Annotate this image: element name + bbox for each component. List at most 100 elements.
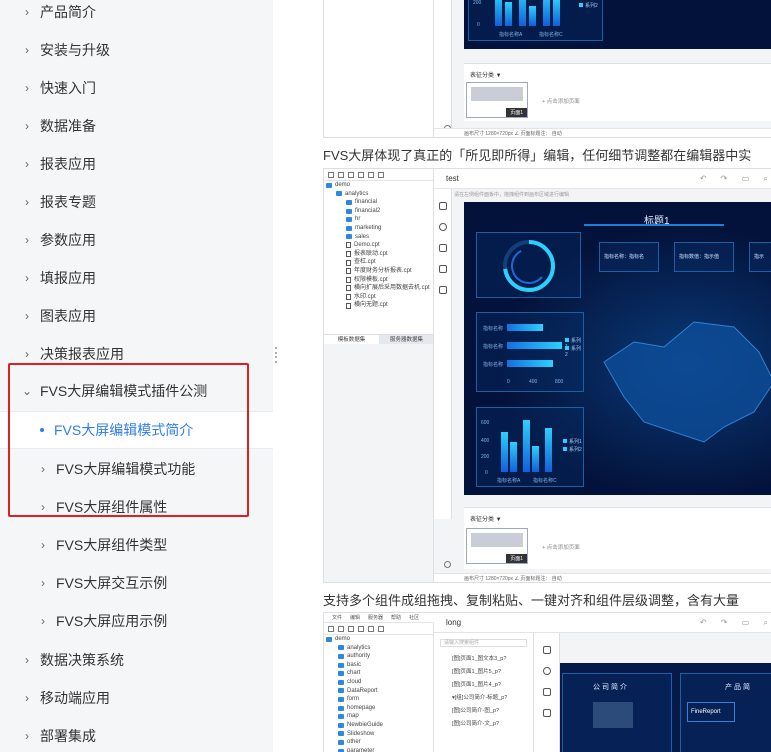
page-category-label[interactable]: 表征分类 ▼: [470, 70, 502, 79]
tab-template-datasets[interactable]: 模板数据集: [324, 335, 379, 344]
tree-node[interactable]: analytics: [324, 644, 433, 653]
undo-redo-icons[interactable]: ↶ ↷ ▭ ⌕: [700, 174, 771, 184]
sidebar-item[interactable]: › 图表应用: [0, 297, 273, 335]
paragraph-group-drag: 支持多个组件成组拖拽、复制粘贴、一键对齐和组件层级调整，含有大量: [323, 593, 740, 608]
layer-item[interactable]: [图]页面1_图文本3_p?: [434, 653, 533, 666]
tree-node[interactable]: demo: [324, 635, 433, 644]
article-content: 200 0 系列2 指标名称A 指标名称C 表征分类 ▼ 页面1 + 点击添加页…: [277, 0, 771, 752]
sidebar-item[interactable]: › 报表专题: [0, 183, 273, 221]
sidebar-item[interactable]: › 数据准备: [0, 107, 273, 145]
media-icon[interactable]: [542, 709, 551, 717]
menu-server[interactable]: 服务器: [368, 613, 383, 622]
clock-icon[interactable]: [438, 223, 447, 231]
cube-icon[interactable]: [542, 646, 551, 654]
sidebar-item-fvs-features[interactable]: › FVS大屏编辑模式功能: [0, 450, 273, 488]
gear-icon[interactable]: [444, 561, 451, 568]
media-icon[interactable]: [438, 265, 447, 273]
tree-node[interactable]: map: [324, 712, 433, 721]
add-page-button[interactable]: + 点击添加页面: [542, 97, 580, 105]
tree-node[interactable]: DataReport: [324, 687, 433, 696]
sidebar-item-fvs-plugin[interactable]: ⌄ FVS大屏编辑模式插件公测: [0, 372, 273, 410]
sidebar-item-fvs-application[interactable]: › FVS大屏应用示例: [0, 602, 273, 640]
text-icon[interactable]: [542, 688, 551, 696]
tree-node[interactable]: financial: [324, 198, 433, 207]
menu-help[interactable]: 帮助: [391, 613, 401, 622]
layer-item[interactable]: [图]页面1_图片5_p?: [434, 666, 533, 679]
chevron-right-icon: ›: [41, 500, 45, 514]
tree-node[interactable]: form: [324, 695, 433, 704]
tree-node[interactable]: 横向无题.cpt: [324, 301, 433, 310]
tree-node[interactable]: demo: [324, 181, 433, 190]
menu-file[interactable]: 文件: [332, 613, 342, 622]
tree-node[interactable]: authority: [324, 652, 433, 661]
tree-node[interactable]: marketing: [324, 224, 433, 233]
inbox-icon[interactable]: [438, 286, 447, 294]
layer-item[interactable]: ▾[组]公司简介-标题_p?: [434, 692, 533, 705]
sidebar-item[interactable]: › 决策报表应用: [0, 335, 273, 373]
tree-node[interactable]: 报表联动.cpt: [324, 250, 433, 259]
tab-server-datasets[interactable]: 服务器数据集: [379, 335, 433, 344]
chevron-right-icon: ›: [25, 309, 29, 323]
tree-node[interactable]: sales: [324, 233, 433, 242]
menu-community[interactable]: 社区: [409, 613, 419, 622]
tree-node[interactable]: chart: [324, 669, 433, 678]
tree-node[interactable]: 年度财务分析报表.cpt: [324, 267, 433, 276]
bullet-dot-icon: [40, 428, 44, 432]
kpi-card: 指示: [749, 242, 771, 272]
sidebar-item[interactable]: › 参数应用: [0, 221, 273, 259]
tree-node[interactable]: analytics: [324, 190, 433, 199]
menu-edit[interactable]: 编辑: [350, 613, 360, 622]
tree-node[interactable]: homepage: [324, 704, 433, 713]
text-icon[interactable]: [438, 244, 447, 252]
folder-icon: [338, 688, 344, 694]
sidebar-item-fvs-component-types[interactable]: › FVS大屏组件类型: [0, 526, 273, 564]
sidebar-item-fvs-interaction[interactable]: › FVS大屏交互示例: [0, 564, 273, 602]
sidebar-item[interactable]: › 快速入门: [0, 69, 273, 107]
page-thumbnail[interactable]: 页面1: [466, 528, 528, 564]
tree-node[interactable]: 水印.cpt: [324, 293, 433, 302]
editor-screenshot-3: 文件 编辑 服务器 帮助 社区 demo analytics authority ba…: [323, 612, 771, 752]
add-page-button[interactable]: + 点击添加页面: [542, 543, 580, 551]
sidebar-item[interactable]: › 安装与升级: [0, 31, 273, 69]
sidebar-item-deploy[interactable]: › 部署集成: [0, 717, 273, 752]
canvas-tab-long[interactable]: long: [446, 618, 461, 627]
chevron-right-icon: ›: [25, 233, 29, 247]
china-map: [603, 321, 771, 443]
tree-node[interactable]: 权限模板.cpt: [324, 276, 433, 285]
sidebar-item-fvs-component-props[interactable]: › FVS大屏组件属性: [0, 488, 273, 526]
chevron-right-icon: ›: [41, 576, 45, 590]
tree-node[interactable]: other: [324, 738, 433, 747]
dashboard-canvas[interactable]: 公司简介 产品简 FineReport: [560, 663, 771, 752]
sidebar-item-label: FVS大屏组件类型: [56, 537, 168, 553]
clock-icon[interactable]: [542, 667, 551, 675]
cube-icon[interactable]: [438, 202, 447, 210]
tree-node[interactable]: hr: [324, 215, 433, 224]
tree-node[interactable]: parameter: [324, 747, 433, 752]
template-tree-panel: demo analytics authority basic chart cloud Dat…: [324, 623, 434, 752]
sidebar-item-mobile[interactable]: › 移动端应用: [0, 679, 273, 717]
dashboard-canvas[interactable]: 标题1 指标名称：指标名 指标数值：指示值 指示 指标名称 指标名称 指标名称: [464, 202, 771, 495]
sidebar-item-decision-system[interactable]: › 数据决策系统: [0, 641, 273, 679]
page-category-label[interactable]: 表征分类 ▼: [470, 514, 502, 523]
undo-redo-icons[interactable]: ↶ ↷ ▭ ⌕: [700, 618, 771, 628]
folder-icon: [346, 234, 352, 240]
layer-item[interactable]: [图]页面1_图片4_p?: [434, 679, 533, 692]
sidebar-item[interactable]: › 填报应用: [0, 259, 273, 297]
tree-node[interactable]: NewbieGuide: [324, 721, 433, 730]
tree-node[interactable]: 查杠.cpt: [324, 258, 433, 267]
component-search-input[interactable]: 请输入搜索组件: [440, 639, 527, 647]
tree-node[interactable]: Slideshow: [324, 730, 433, 739]
page-thumbnail[interactable]: 页面1: [466, 82, 528, 118]
sidebar-item-fvs-intro[interactable]: FVS大屏编辑模式简介: [0, 411, 273, 449]
tree-node[interactable]: 横向扩展后采用数据去机.cpt: [324, 284, 433, 293]
sidebar-item-label: 报表专题: [40, 194, 96, 210]
tree-node[interactable]: Demo.cpt: [324, 241, 433, 250]
sidebar-item[interactable]: › 报表应用: [0, 145, 273, 183]
sidebar-item[interactable]: › 产品简介: [0, 0, 273, 31]
tree-node[interactable]: financial2: [324, 207, 433, 216]
canvas-tab-test[interactable]: test: [446, 174, 459, 183]
layer-item[interactable]: [图]公司简介-文_p?: [434, 718, 533, 731]
layer-item[interactable]: [图]公司简介-图_p?: [434, 705, 533, 718]
tree-node[interactable]: basic: [324, 661, 433, 670]
tree-node[interactable]: cloud: [324, 678, 433, 687]
